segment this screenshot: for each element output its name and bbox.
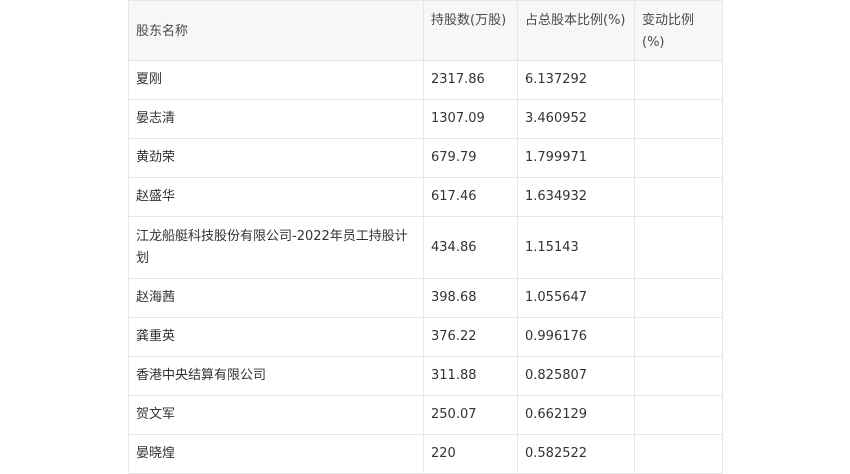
cell-ratio: 1.15143: [517, 216, 635, 279]
cell-name: 晏志清: [128, 99, 424, 139]
cell-change: [634, 278, 723, 318]
cell-shares: 311.88: [423, 356, 518, 396]
header-shareholder-name: 股东名称: [128, 0, 424, 61]
table-row: 赵海茜 398.68 1.055647: [128, 278, 723, 318]
cell-ratio: 0.662129: [517, 395, 635, 435]
cell-shares: 398.68: [423, 278, 518, 318]
cell-change: [634, 216, 723, 279]
cell-change: [634, 434, 723, 474]
cell-name: 贺文军: [128, 395, 424, 435]
shareholder-table: 股东名称 持股数(万股) 占总股本比例(%) 变动比例(%) 夏刚 2317.8…: [128, 0, 723, 474]
cell-name: 赵海茜: [128, 278, 424, 318]
cell-shares: 220: [423, 434, 518, 474]
cell-shares: 250.07: [423, 395, 518, 435]
cell-ratio: 1.634932: [517, 177, 635, 217]
cell-ratio: 0.582522: [517, 434, 635, 474]
cell-ratio: 1.055647: [517, 278, 635, 318]
cell-shares: 679.79: [423, 138, 518, 178]
table-header-row: 股东名称 持股数(万股) 占总股本比例(%) 变动比例(%): [128, 0, 723, 61]
cell-shares: 617.46: [423, 177, 518, 217]
table-row: 赵盛华 617.46 1.634932: [128, 177, 723, 217]
cell-ratio: 0.825807: [517, 356, 635, 396]
cell-name: 香港中央结算有限公司: [128, 356, 424, 396]
cell-name: 江龙船艇科技股份有限公司-2022年员工持股计划: [128, 216, 424, 279]
header-change-ratio: 变动比例(%): [634, 0, 723, 61]
table-row: 夏刚 2317.86 6.137292: [128, 60, 723, 100]
cell-ratio: 0.996176: [517, 317, 635, 357]
cell-ratio: 1.799971: [517, 138, 635, 178]
cell-ratio: 3.460952: [517, 99, 635, 139]
cell-shares: 2317.86: [423, 60, 518, 100]
cell-change: [634, 177, 723, 217]
table-row: 晏志清 1307.09 3.460952: [128, 99, 723, 139]
header-share-ratio: 占总股本比例(%): [517, 0, 635, 61]
cell-shares: 376.22: [423, 317, 518, 357]
cell-change: [634, 138, 723, 178]
table-row: 香港中央结算有限公司 311.88 0.825807: [128, 356, 723, 396]
cell-name: 夏刚: [128, 60, 424, 100]
cell-name: 龚重英: [128, 317, 424, 357]
cell-name: 晏晓煌: [128, 434, 424, 474]
table-row: 贺文军 250.07 0.662129: [128, 395, 723, 435]
cell-change: [634, 99, 723, 139]
cell-ratio: 6.137292: [517, 60, 635, 100]
table-row: 晏晓煌 220 0.582522: [128, 434, 723, 474]
cell-change: [634, 356, 723, 396]
cell-name: 黄劲荣: [128, 138, 424, 178]
table-row: 江龙船艇科技股份有限公司-2022年员工持股计划 434.86 1.15143: [128, 216, 723, 279]
header-shares: 持股数(万股): [423, 0, 518, 61]
cell-shares: 434.86: [423, 216, 518, 279]
cell-change: [634, 60, 723, 100]
table-row: 黄劲荣 679.79 1.799971: [128, 138, 723, 178]
cell-name: 赵盛华: [128, 177, 424, 217]
shareholder-table-container: 股东名称 持股数(万股) 占总股本比例(%) 变动比例(%) 夏刚 2317.8…: [128, 0, 723, 474]
table-row: 龚重英 376.22 0.996176: [128, 317, 723, 357]
cell-shares: 1307.09: [423, 99, 518, 139]
cell-change: [634, 317, 723, 357]
cell-change: [634, 395, 723, 435]
